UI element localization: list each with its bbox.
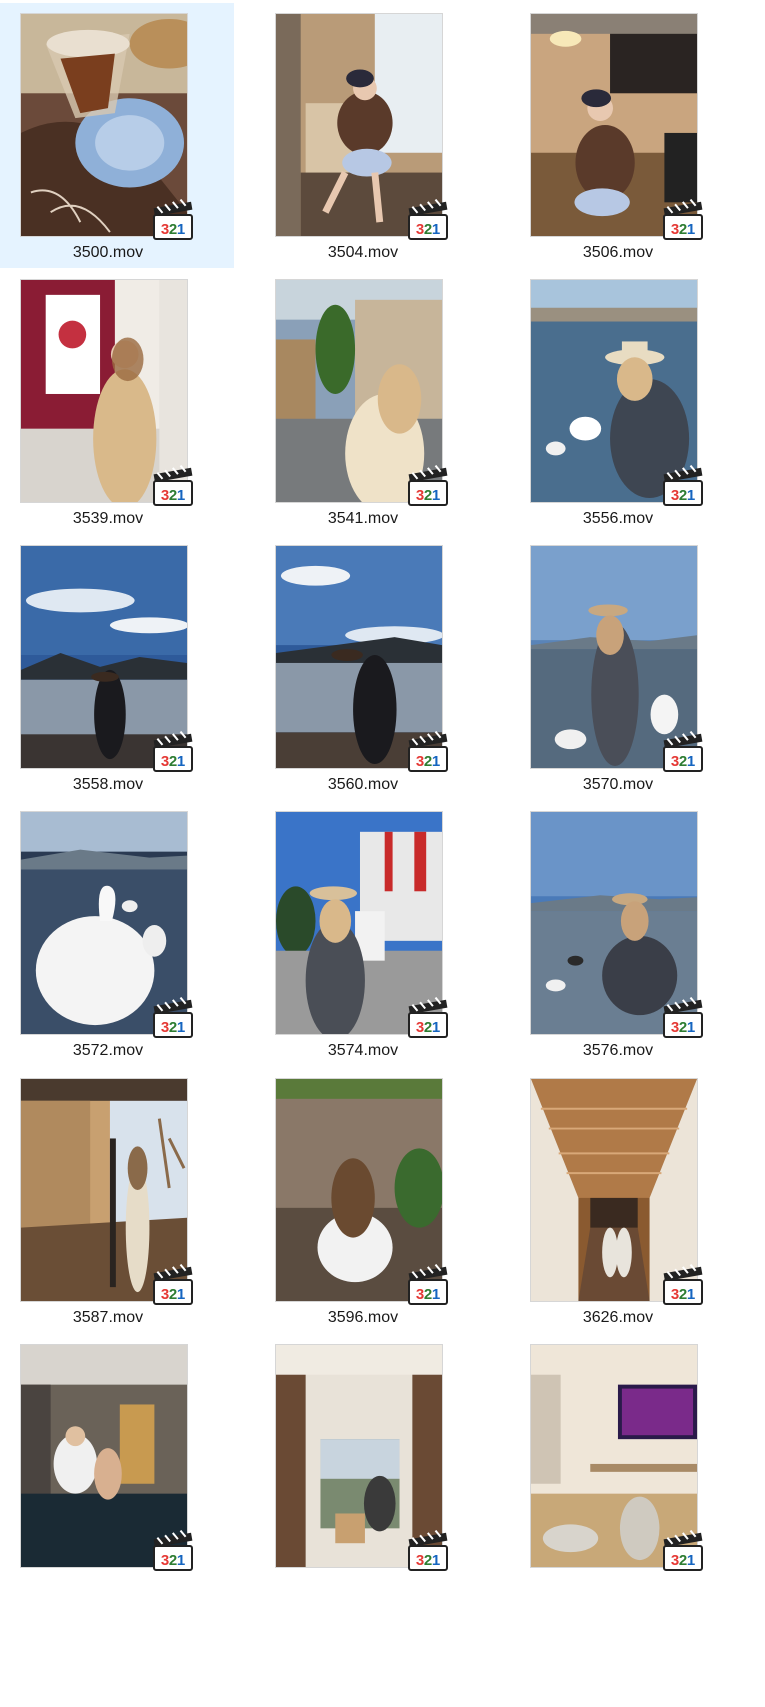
file-item[interactable]: 321 3572.mov bbox=[0, 801, 234, 1066]
svg-text:1: 1 bbox=[432, 487, 440, 504]
svg-text:1: 1 bbox=[432, 1552, 440, 1569]
file-name-label: 3560.mov bbox=[327, 776, 399, 793]
file-name-label: 3570.mov bbox=[582, 776, 654, 793]
file-item[interactable]: 321 3560.mov bbox=[255, 535, 489, 800]
media-player-icon: 321 bbox=[407, 1529, 449, 1572]
media-player-icon: 321 bbox=[662, 996, 704, 1039]
file-name-label: 3587.mov bbox=[72, 1309, 144, 1326]
svg-text:1: 1 bbox=[177, 753, 185, 770]
media-player-icon: 321 bbox=[662, 198, 704, 241]
file-item[interactable]: 321 bbox=[0, 1334, 234, 1599]
svg-text:1: 1 bbox=[432, 753, 440, 770]
svg-text:1: 1 bbox=[432, 221, 440, 238]
svg-text:1: 1 bbox=[687, 487, 695, 504]
file-item[interactable]: 321 3587.mov bbox=[0, 1068, 234, 1333]
media-player-icon: 321 bbox=[152, 1263, 194, 1306]
file-name-label: 3574.mov bbox=[327, 1042, 399, 1059]
file-item[interactable]: 321 bbox=[510, 1334, 744, 1599]
svg-text:1: 1 bbox=[432, 1286, 440, 1303]
media-player-icon: 321 bbox=[662, 1263, 704, 1306]
file-name-label: 3556.mov bbox=[582, 510, 654, 527]
media-player-icon: 321 bbox=[407, 198, 449, 241]
media-player-icon: 321 bbox=[407, 464, 449, 507]
file-item[interactable]: 321 3626.mov bbox=[510, 1068, 744, 1333]
file-item[interactable]: 321 3574.mov bbox=[255, 801, 489, 1066]
media-player-icon: 321 bbox=[152, 464, 194, 507]
file-item[interactable]: 321 3576.mov bbox=[510, 801, 744, 1066]
file-item[interactable]: 321 bbox=[255, 1334, 489, 1599]
media-player-icon: 321 bbox=[662, 464, 704, 507]
file-item[interactable]: 321 3570.mov bbox=[510, 535, 744, 800]
media-player-icon: 321 bbox=[662, 1529, 704, 1572]
svg-text:1: 1 bbox=[432, 1019, 440, 1036]
media-player-icon: 321 bbox=[152, 996, 194, 1039]
svg-text:1: 1 bbox=[177, 221, 185, 238]
file-name-label: 3500.mov bbox=[72, 244, 144, 261]
file-name-label: 3626.mov bbox=[582, 1309, 654, 1326]
file-item[interactable]: 321 3541.mov bbox=[255, 269, 489, 534]
media-player-icon: 321 bbox=[407, 1263, 449, 1306]
file-name-label: 3596.mov bbox=[327, 1309, 399, 1326]
media-player-icon: 321 bbox=[407, 996, 449, 1039]
media-player-icon: 321 bbox=[152, 198, 194, 241]
svg-text:1: 1 bbox=[687, 753, 695, 770]
file-item[interactable]: 321 3504.mov bbox=[255, 3, 489, 268]
svg-text:1: 1 bbox=[687, 1286, 695, 1303]
svg-text:1: 1 bbox=[177, 1019, 185, 1036]
file-item[interactable]: 321 3500.mov bbox=[0, 3, 234, 268]
media-player-icon: 321 bbox=[662, 730, 704, 773]
svg-text:1: 1 bbox=[177, 487, 185, 504]
svg-text:1: 1 bbox=[177, 1286, 185, 1303]
file-name-label: 3539.mov bbox=[72, 510, 144, 527]
file-name-label: 3506.mov bbox=[582, 244, 654, 261]
file-item[interactable]: 321 3539.mov bbox=[0, 269, 234, 534]
file-item[interactable]: 321 3556.mov bbox=[510, 269, 744, 534]
svg-text:1: 1 bbox=[177, 1552, 185, 1569]
media-player-icon: 321 bbox=[407, 730, 449, 773]
media-player-icon: 321 bbox=[152, 730, 194, 773]
svg-text:1: 1 bbox=[687, 221, 695, 238]
file-item[interactable]: 321 3506.mov bbox=[510, 3, 744, 268]
file-item[interactable]: 321 3558.mov bbox=[0, 535, 234, 800]
svg-text:1: 1 bbox=[687, 1552, 695, 1569]
file-name-label: 3541.mov bbox=[327, 510, 399, 527]
file-name-label: 3572.mov bbox=[72, 1042, 144, 1059]
media-player-icon: 321 bbox=[152, 1529, 194, 1572]
svg-text:1: 1 bbox=[687, 1019, 695, 1036]
file-grid: 321 3500.mov 321 3504.mov 321 3506.mov 3… bbox=[0, 0, 765, 1707]
file-item[interactable]: 321 3596.mov bbox=[255, 1068, 489, 1333]
file-name-label: 3558.mov bbox=[72, 776, 144, 793]
file-name-label: 3576.mov bbox=[582, 1042, 654, 1059]
file-name-label: 3504.mov bbox=[327, 244, 399, 261]
